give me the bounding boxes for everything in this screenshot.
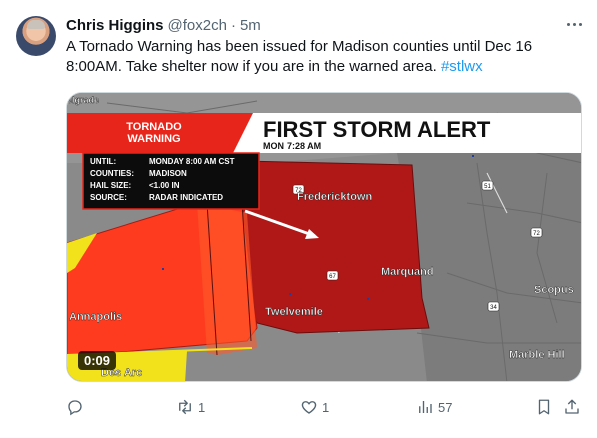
video-timecode: 0:09 (78, 351, 117, 370)
hashtag-link[interactable]: #stlwx (441, 58, 483, 75)
tweet-time[interactable]: 5m (240, 17, 261, 34)
place-marquand: Marquand (381, 266, 434, 278)
banner-label-line1: TORNADO (126, 121, 182, 133)
tweet-text: A Tornado Warning has been issued for Ma… (66, 37, 566, 77)
more-options-icon[interactable] (563, 16, 585, 32)
weather-map: 72 67 34 72 51 TORNADO WARNING FIRST STO… (67, 93, 581, 381)
route-label: 67 (329, 274, 336, 280)
info-until-value: MONDAY 8:00 AM CST (149, 157, 235, 166)
like-count: 1 (322, 399, 330, 415)
info-source-value: RADAR INDICATED (149, 193, 223, 202)
tweet-header: Chris Higgins @fox2ch · 5m (66, 15, 261, 35)
route-label: 72 (533, 231, 540, 237)
place-fredericktown: Fredericktown (297, 191, 372, 203)
info-counties-label: COUNTIES: (90, 169, 134, 178)
avatar[interactable] (16, 16, 56, 56)
place-annapolis: Annapolis (69, 311, 122, 323)
route-label: 51 (484, 184, 491, 190)
info-hail-label: HAIL SIZE: (90, 181, 131, 190)
banner-time-prefix: MON (263, 141, 284, 151)
author-handle[interactable]: @fox2ch (168, 17, 227, 34)
route-label: 34 (490, 305, 497, 311)
retweet-count: 1 (198, 399, 206, 415)
header-separator: · (230, 16, 236, 34)
like-button[interactable]: 1 (300, 396, 329, 418)
action-bar: 1 1 57 (66, 396, 582, 418)
views-chart-icon (419, 401, 432, 413)
banner-time: 7:28 AM (287, 141, 321, 151)
banner-title: FIRST STORM ALERT (263, 117, 491, 142)
banner-label-line2: WARNING (127, 133, 180, 145)
info-hail-value: <1.00 IN (149, 181, 180, 190)
info-until-label: UNTIL: (90, 157, 116, 166)
info-source-label: SOURCE: (90, 193, 127, 202)
place-marble-hill: Marble Hill (509, 349, 565, 361)
reply-button[interactable] (66, 396, 88, 418)
share-button[interactable] (563, 396, 581, 418)
place-scopus: Scopus (534, 284, 574, 296)
place-belgrade: elgrade (67, 95, 99, 105)
video-player[interactable]: 72 67 34 72 51 TORNADO WARNING FIRST STO… (66, 92, 582, 382)
tweet-card[interactable]: Chris Higgins @fox2ch · 5m A Tornado War… (0, 0, 597, 438)
views-count: 57 (438, 399, 453, 415)
share-icon (565, 399, 579, 414)
heart-icon (301, 401, 317, 414)
bookmark-icon (538, 399, 550, 415)
place-twelvemile: Twelvemile (265, 306, 323, 318)
info-counties-value: MADISON (149, 169, 187, 178)
author-name[interactable]: Chris Higgins (66, 17, 164, 34)
retweet-button[interactable]: 1 (176, 396, 205, 418)
retweet-icon (179, 399, 191, 415)
views-button[interactable]: 57 (416, 396, 452, 418)
bookmark-button[interactable] (535, 396, 553, 418)
reply-icon (68, 400, 82, 416)
